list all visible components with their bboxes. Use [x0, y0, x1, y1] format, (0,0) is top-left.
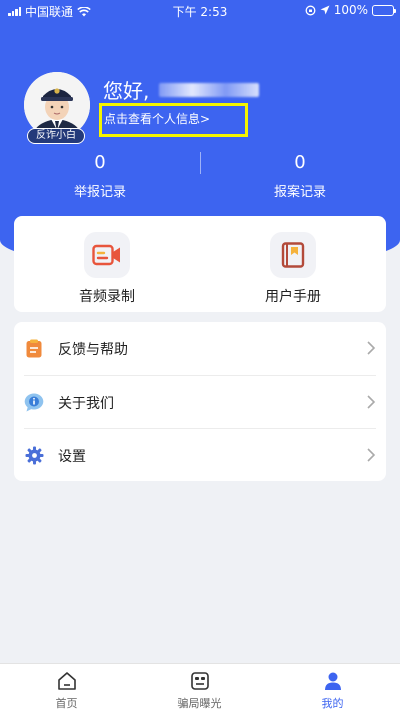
- menu-item-about-us-label: 关于我们: [58, 395, 114, 412]
- home-icon: [57, 672, 76, 690]
- tools-card: 音频录制 用户手册: [14, 216, 386, 312]
- tab-home[interactable]: 首页: [0, 670, 133, 711]
- battery-icon: [372, 4, 396, 16]
- tab-scam-exposure-label: 骗局曝光: [177, 697, 222, 710]
- about-icon-wrap: [24, 393, 44, 413]
- battery-percent: 100%: [333, 3, 368, 17]
- case-records-stat[interactable]: 0 报案记录: [200, 152, 400, 200]
- person-icon: [324, 672, 341, 690]
- tab-home-label: 首页: [55, 697, 78, 710]
- bottom-tab-bar: 首页 骗局曝光 我的: [0, 663, 400, 711]
- orientation-lock-icon: [305, 5, 316, 15]
- menu-item-settings[interactable]: 设置: [14, 429, 386, 482]
- book-icon: [281, 242, 305, 268]
- video-camera-icon: [92, 244, 120, 266]
- audio-recording-icon-box: [84, 232, 130, 278]
- status-bar: 中国联通 下午 2:53 100%: [0, 0, 400, 20]
- tab-scam-exposure[interactable]: 骗局曝光: [133, 670, 266, 711]
- settings-icon-wrap: [24, 446, 44, 466]
- blurred-username: [159, 82, 260, 97]
- case-records-label: 报案记录: [273, 185, 326, 200]
- menu-item-about-us[interactable]: 关于我们: [14, 376, 386, 429]
- report-records-count: 0: [94, 152, 106, 173]
- menu-item-feedback-help-label: 反馈与帮助: [58, 341, 128, 358]
- greeting-text: 您好,: [103, 79, 150, 103]
- feedback-icon-wrap: [24, 339, 44, 359]
- user-manual-label: 用户手册: [265, 289, 321, 305]
- location-icon: [320, 5, 330, 15]
- menu-item-settings-label: 设置: [58, 448, 86, 465]
- mask-icon: [190, 672, 209, 690]
- menu-item-feedback-help[interactable]: 反馈与帮助: [14, 322, 386, 375]
- report-records-label: 举报记录: [73, 185, 126, 200]
- audio-recording-button[interactable]: 音频录制: [14, 232, 200, 306]
- user-manual-icon-box: [270, 232, 316, 278]
- chevron-right-icon: [367, 448, 376, 462]
- tab-mine-label: 我的: [321, 697, 344, 710]
- audio-recording-label: 音频录制: [79, 289, 135, 305]
- gear-icon: [25, 446, 43, 465]
- menu-card: 反馈与帮助 关于我们 设置: [14, 322, 386, 481]
- avatar-tag: 反诈小白: [27, 128, 85, 144]
- chevron-right-icon: [367, 395, 376, 409]
- view-profile-link[interactable]: 点击查看个人信息>: [99, 103, 248, 137]
- view-profile-link-label: 点击查看个人信息>: [104, 112, 211, 126]
- greeting: 您好,: [103, 75, 260, 104]
- tab-mine[interactable]: 我的: [266, 670, 399, 711]
- chevron-right-icon: [367, 341, 376, 355]
- info-bubble-icon: [24, 393, 44, 412]
- user-manual-button[interactable]: 用户手册: [200, 232, 386, 306]
- report-records-stat[interactable]: 0 举报记录: [0, 152, 200, 200]
- clipboard-icon: [26, 339, 42, 358]
- case-records-count: 0: [294, 152, 306, 173]
